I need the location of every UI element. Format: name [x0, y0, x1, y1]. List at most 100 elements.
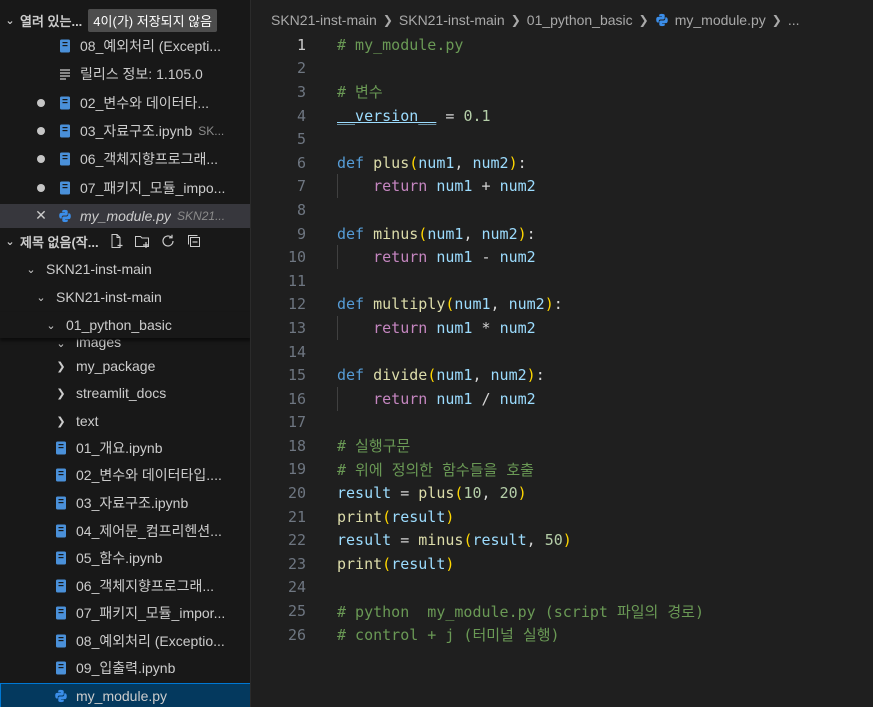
breadcrumb-item[interactable]: 01_python_basic: [527, 12, 633, 28]
code-text: result = minus(result, 50): [337, 531, 572, 549]
folder-item[interactable]: ⌄ SKN21-inst-main: [0, 256, 250, 282]
code-token: (: [382, 554, 392, 573]
file-item-notebook[interactable]: 09_입출력.ipynb: [0, 655, 250, 681]
line-number: 14: [287, 342, 306, 361]
tree-item-label: streamlit_docs: [76, 385, 167, 401]
line-number: 21: [287, 507, 306, 526]
breadcrumb-item[interactable]: SKN21-inst-main: [399, 12, 505, 28]
open-editor-item[interactable]: ✕ my_module.py SKN21...: [0, 203, 250, 228]
code-token: num1: [454, 295, 491, 314]
code-token: (: [382, 507, 392, 526]
open-editor-label: 07_패키지_모듈_impo...: [80, 179, 226, 196]
folder-item[interactable]: ⌄ 01_python_basic: [0, 312, 250, 338]
close-icon[interactable]: ✕: [34, 207, 48, 223]
code-token: # control + j (터미널 실행): [337, 626, 560, 645]
tree-item-label: SKN21-inst-main: [46, 261, 152, 277]
tree-item-label: SKN21-inst-main: [56, 289, 162, 305]
code-token: num1: [436, 318, 473, 337]
breadcrumb-item[interactable]: my_module.py: [675, 12, 766, 28]
folder-item[interactable]: ⌄ SKN21-inst-main: [0, 284, 250, 310]
new-folder-icon[interactable]: [131, 230, 153, 252]
tree-item-label: 03_자료구조.ipynb: [76, 495, 189, 511]
code-token: def: [337, 153, 365, 172]
file-item-notebook[interactable]: 08_예외처리 (Exceptio...: [0, 628, 250, 654]
folder-item[interactable]: ❯ streamlit_docs: [0, 380, 250, 406]
code-token: plus: [418, 484, 455, 503]
code-token: def: [337, 224, 365, 243]
chevron-right-icon: ❯: [771, 13, 782, 27]
line-number: 8: [296, 200, 306, 219]
file-item-notebook[interactable]: 05_함수.ipynb: [0, 545, 250, 571]
code-token: num2: [472, 153, 509, 172]
unsaved-dot-icon: [34, 124, 48, 138]
code-token: ,: [481, 484, 500, 503]
code-token: +: [472, 177, 500, 196]
open-editor-item[interactable]: 02_변수와 데이터타...: [0, 91, 250, 115]
line-number: 11: [287, 271, 306, 290]
open-editor-item[interactable]: 08_예외처리 (Excepti...: [0, 34, 250, 58]
line-number: 3: [296, 82, 306, 101]
code-token: num1: [436, 389, 473, 408]
code-token: =: [436, 106, 464, 125]
file-item-notebook[interactable]: 03_자료구조.ipynb: [0, 490, 250, 516]
open-editor-item[interactable]: 릴리스 정보: 1.105.0: [0, 62, 250, 86]
code-line: 18 # 실행구문: [251, 434, 873, 458]
code-token: num1: [436, 248, 473, 267]
indent-guide: [337, 315, 338, 340]
file-item-notebook[interactable]: 06_객체지향프로그래...: [0, 573, 250, 599]
code-line: 11: [251, 269, 873, 293]
collapse-all-icon[interactable]: [183, 230, 205, 252]
file-item-notebook[interactable]: 02_변수와 데이터타입....: [0, 462, 250, 488]
new-file-icon[interactable]: [105, 230, 127, 252]
notebook-icon: [54, 468, 68, 482]
breadcrumb-item[interactable]: ...: [788, 12, 800, 28]
code-line: 26 # control + j (터미널 실행): [251, 623, 873, 647]
code-token: (: [409, 153, 419, 172]
code-line: 21 print(result): [251, 505, 873, 529]
line-number: 5: [296, 130, 306, 149]
code-line: 6 def plus(num1, num2):: [251, 151, 873, 175]
release-notes-icon: [58, 67, 72, 81]
line-number: 26: [287, 625, 306, 644]
line-number: 4: [296, 106, 306, 125]
notebook-icon: [54, 579, 68, 593]
notebook-icon: [54, 634, 68, 648]
refresh-icon[interactable]: [157, 230, 179, 252]
file-item-notebook[interactable]: 04_제어문_컴프리헨션...: [0, 518, 250, 544]
code-editor[interactable]: 1 # my_module.py 2 3 # 변수 4 __version__ = 0.1 5…: [251, 33, 873, 646]
line-number: 18: [287, 436, 306, 455]
code-text: def minus(num1, num2):: [337, 225, 536, 243]
open-editor-item[interactable]: 07_패키지_모듈_impo...: [0, 176, 250, 200]
line-number: 19: [287, 460, 306, 479]
unsaved-dot-icon: [34, 181, 48, 195]
open-editors-header[interactable]: ⌄ 열려 있는... 4이(가) 저장되지 않음: [0, 7, 250, 33]
indent-guide: [337, 386, 338, 411]
folder-item[interactable]: ❯ my_package: [0, 353, 250, 379]
open-editor-item[interactable]: 06_객체지향프로그래...: [0, 147, 250, 171]
breadcrumb-item[interactable]: SKN21-inst-main: [271, 12, 377, 28]
code-line: 19 # 위에 정의한 함수들을 호출: [251, 458, 873, 482]
notebook-icon: [54, 606, 68, 620]
tree-item-label: 09_입출력.ipynb: [76, 660, 176, 676]
python-icon: [58, 209, 72, 223]
open-editors-title: 열려 있는...: [20, 13, 83, 29]
workspace-header[interactable]: ⌄ 제목 없음(작...: [0, 228, 250, 254]
code-token: # 위에 정의한 함수들을 호출: [337, 460, 534, 479]
line-number: 20: [287, 484, 306, 503]
file-item-notebook[interactable]: 07_패키지_모듈_impor...: [0, 600, 250, 626]
code-token: def: [337, 295, 365, 314]
folder-item[interactable]: ❯ text: [0, 408, 250, 434]
file-item-python[interactable]: my_module.py: [0, 683, 250, 707]
open-editor-item[interactable]: 03_자료구조.ipynb SK...: [0, 119, 250, 143]
file-item-notebook[interactable]: 01_개요.ipynb: [0, 435, 250, 461]
code-line: 22 result = minus(result, 50): [251, 528, 873, 552]
code-token: result: [472, 531, 527, 550]
code-token: num1: [436, 177, 473, 196]
code-token: :: [517, 153, 527, 172]
line-number: 13: [287, 318, 306, 337]
code-text: return num1 + num2: [337, 174, 536, 199]
code-line: 13 return num1 * num2: [251, 315, 873, 340]
code-token: 50: [544, 531, 563, 550]
